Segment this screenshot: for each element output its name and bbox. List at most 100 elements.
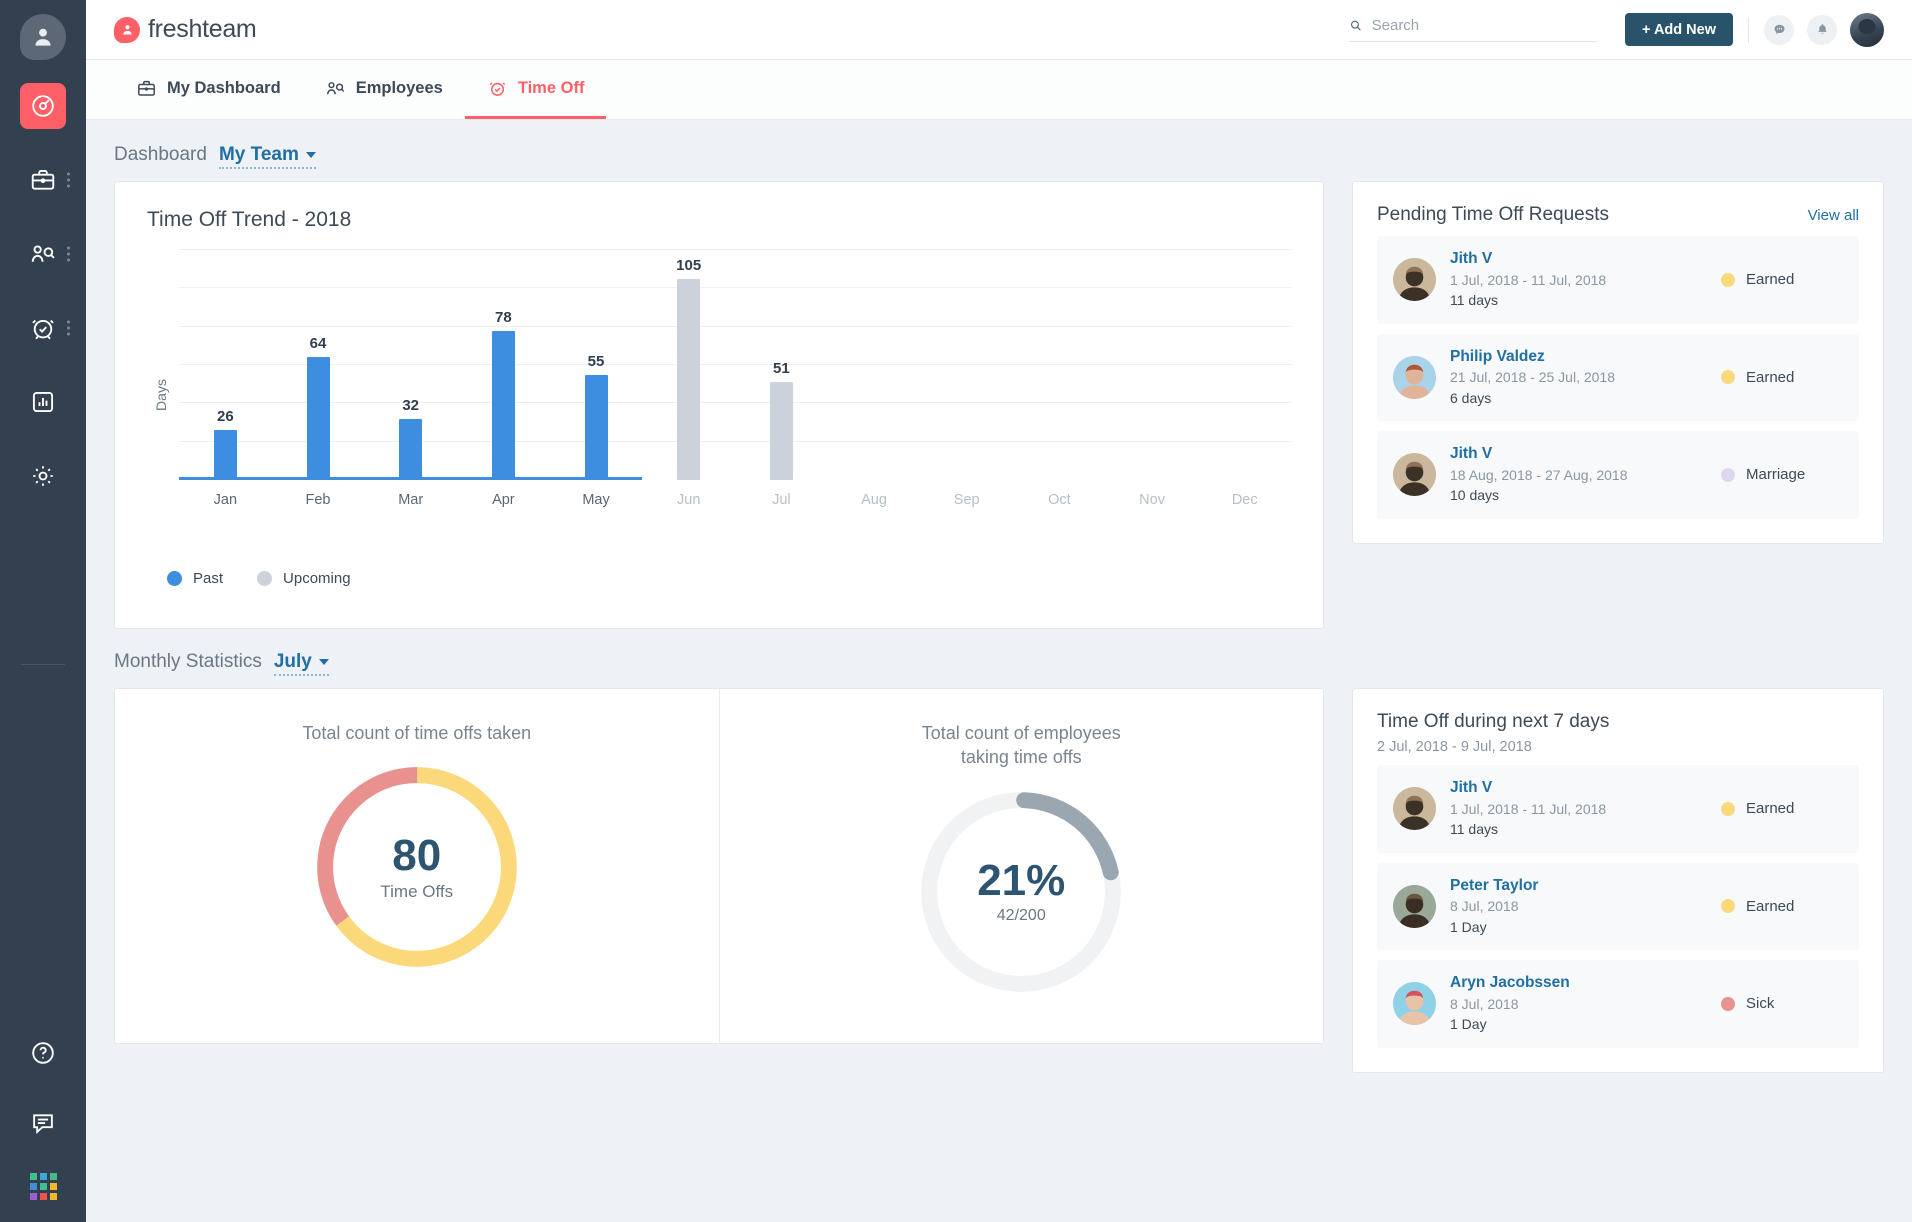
employee-name-link[interactable]: Philip Valdez [1450,347,1707,368]
rail-item-feedback[interactable] [0,1095,86,1151]
rail-divider [21,664,65,665]
chart-bar-slot[interactable]: 51 [735,250,828,480]
list-item-info: Jith V1 Jul, 2018 - 11 Jul, 2018 11 days [1450,249,1707,311]
rail-time-off-menu[interactable] [67,320,70,336]
rail-employees-menu[interactable] [67,246,70,262]
top-row: Time Off Trend - 2018 Days 26 64 32 78 55 105… [114,181,1884,629]
list-item[interactable]: Peter Taylor 8 Jul, 2018 1 Day Earned [1377,862,1859,951]
team-scope-dropdown[interactable]: My Team [218,144,316,169]
team-scope-value: My Team [218,144,299,165]
chevron-down-icon [305,152,316,158]
employee-name-link[interactable]: Jith V [1450,778,1707,799]
request-duration: 1 Day [1450,918,1487,935]
search-box[interactable] [1349,17,1597,42]
bell-icon[interactable] [1807,14,1837,45]
next-7-days-card: Time Off during next 7 days 2 Jul, 2018 … [1352,688,1884,1073]
chart-bar-slot[interactable]: 55 [550,250,643,480]
chart-legend-item[interactable]: Past [167,570,223,587]
chart-bar-slot[interactable] [1198,250,1291,480]
rail-item-reports[interactable] [0,374,86,430]
chart-bar-slot[interactable] [920,250,1013,480]
rail-jobs-menu[interactable] [67,172,70,188]
chevron-down-icon [318,659,329,665]
chart-bars: 26 64 32 78 55 105 51 [179,250,1291,480]
status-label: Marriage [1746,466,1806,484]
chart-bar-slot[interactable]: 105 [642,250,735,480]
legend-color-dot [257,571,273,586]
rail-item-time-off[interactable] [0,300,86,356]
chart-bar-slot[interactable] [828,250,921,480]
list-item[interactable]: Philip Valdez 21 Jul, 2018 - 25 Jul, 2018… [1377,333,1859,422]
tab-my-dashboard[interactable]: My Dashboard [114,60,303,119]
legend-color-dot [167,571,182,586]
list-item[interactable]: Jith V1 Jul, 2018 - 11 Jul, 2018 11 days E… [1377,236,1859,324]
app-grid-icon[interactable] [29,1173,57,1200]
chart-bar-slot[interactable] [1106,250,1199,480]
chart-bar[interactable] [584,374,608,480]
page-title: Dashboard [114,144,207,165]
rail-item-employees[interactable] [0,226,86,282]
tab-time-off[interactable]: Time Off [464,60,607,119]
legend-label: Upcoming [283,570,351,587]
rail-item-help[interactable] [0,1025,86,1081]
month-dropdown[interactable]: July [273,651,329,676]
list-item[interactable]: Aryn Jacobssen 8 Jul, 2018 1 Day Sick [1377,960,1859,1048]
rail-profile-avatar[interactable] [20,14,66,60]
status-color-dot [1721,370,1735,385]
chart-column: Time Off Trend - 2018 Days 26 64 32 78 55 105… [114,181,1324,629]
chart-bar-value: 32 [402,396,420,414]
view-all-link[interactable]: View all [1808,207,1859,224]
avatar[interactable] [1850,12,1884,47]
chart-bar-slot[interactable]: 64 [272,250,365,480]
chart-legend-item[interactable]: Upcoming [257,570,351,587]
search-input[interactable] [1371,17,1597,34]
avatar [1393,355,1436,399]
app-logo[interactable]: freshteam [114,15,257,44]
gear-icon [33,466,53,486]
chart-bar-value: 55 [587,352,605,370]
chart-bar[interactable] [491,330,515,480]
tab-employees[interactable]: Employees [303,60,465,119]
header-divider [1748,16,1749,43]
chart-bar[interactable] [213,430,237,480]
chart-bar[interactable] [399,418,423,480]
chart-bar[interactable] [769,382,793,480]
list-item[interactable]: Jith V1 Jul, 2018 - 11 Jul, 2018 11 days E… [1377,765,1859,853]
chart-bar-slot[interactable]: 26 [179,250,272,480]
chart-bar-value: 26 [216,408,234,426]
briefcase-icon [138,80,155,96]
list-item-info: Aryn Jacobssen 8 Jul, 2018 1 Day [1450,973,1707,1035]
chart-bar-slot[interactable] [1013,250,1106,480]
chart-bar[interactable] [306,357,330,480]
chart-bar-slot[interactable]: 78 [457,250,550,480]
employee-name-link[interactable]: Jith V [1450,249,1707,270]
chart-bar-slot[interactable]: 32 [364,250,457,480]
request-dates: 1 Jul, 2018 - 11 Jul, 2018 [1450,800,1607,817]
app-root: freshteam + Add New [0,0,1912,1222]
tab-label: Employees [355,78,443,97]
request-dates: 21 Jul, 2018 - 25 Jul, 2018 [1450,369,1616,386]
chart-plot-area: 26 64 32 78 55 105 51 [179,249,1291,480]
chart-axis-line [179,477,643,480]
rail-item-jobs[interactable] [0,152,86,208]
search-icon [1350,20,1361,31]
employee-name-link[interactable]: Jith V [1450,444,1707,465]
bottom-row: Total count of time offs taken 80 Time O… [114,688,1884,1073]
rail-item-dashboard[interactable] [0,78,86,134]
chat-bubble-icon[interactable] [1764,14,1794,45]
employee-name-link[interactable]: Peter Taylor [1450,876,1707,897]
chart-title: Time Off Trend - 2018 [147,208,352,231]
header-right-group: + Add New [1349,12,1884,47]
chart-bar[interactable] [677,278,701,480]
employee-name-link[interactable]: Aryn Jacobssen [1450,973,1707,994]
add-new-button[interactable]: + Add New [1625,13,1733,46]
main-area: freshteam + Add New [86,0,1912,1222]
page-content: Dashboard My Team Time Off Trend - 2018 … [86,120,1912,1222]
rail-item-settings[interactable] [0,448,86,504]
list-item[interactable]: Jith V 18 Aug, 2018 - 27 Aug, 2018 10 days… [1377,431,1859,519]
avatar [1393,884,1436,928]
stat-employees-taking: Total count of employees taking time off… [718,689,1324,1043]
chart-legend: Past Upcoming [147,570,1291,587]
status-color-dot [1721,996,1735,1011]
status-badge: Earned [1721,800,1843,817]
